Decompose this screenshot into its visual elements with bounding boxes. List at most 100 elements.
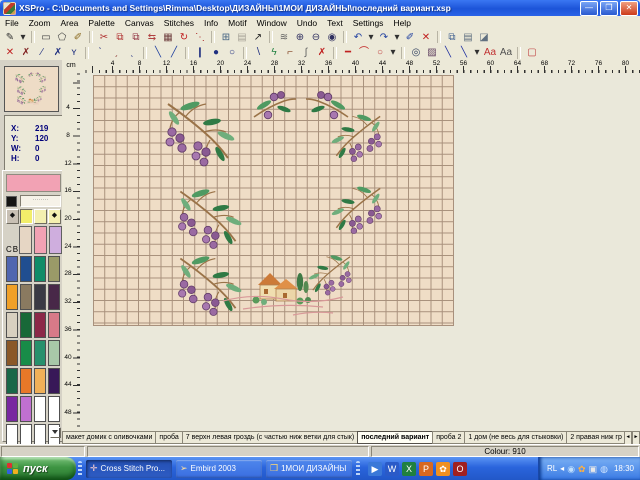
quick-word-icon[interactable]: W	[385, 462, 399, 476]
design-tab[interactable]: последний вариант	[357, 431, 433, 444]
palette-swatch[interactable]	[20, 368, 32, 394]
menu-item[interactable]: Info	[199, 18, 223, 28]
palette-swatch[interactable]	[6, 284, 18, 310]
palette-swatch[interactable]	[34, 312, 46, 338]
mode-yellow-selected[interactable]	[20, 209, 33, 224]
redo-dropdown-icon[interactable]: ▾	[392, 30, 402, 45]
palette-swatch[interactable]	[48, 396, 60, 422]
special-stitch-5-icon[interactable]: ✗	[314, 45, 330, 60]
tray-antivirus-icon[interactable]: ▣	[589, 464, 598, 474]
thread-code-field[interactable]: ········	[20, 195, 61, 207]
design-tab[interactable]: 2 правая ниж гр	[566, 431, 624, 444]
secondary-color-swatch[interactable]	[6, 196, 17, 207]
palette-swatch[interactable]	[34, 284, 46, 310]
palette-swatch[interactable]	[20, 340, 32, 366]
export-icon[interactable]: ◪	[476, 30, 492, 45]
quick-media-player-icon[interactable]: ▶	[368, 462, 382, 476]
menu-item[interactable]: Palette	[83, 18, 119, 28]
find-icon[interactable]: ◎	[408, 45, 424, 60]
zoom-out-icon[interactable]: ⊖	[308, 30, 324, 45]
thread-color-bar[interactable]	[19, 226, 32, 254]
circle-icon[interactable]: ○	[372, 45, 388, 60]
needle-2-icon[interactable]: ╲	[456, 45, 472, 60]
task-folder-designs[interactable]: ❒1МОИ ДИЗАЙНЫ	[266, 460, 352, 478]
palette-swatch[interactable]	[6, 368, 18, 394]
close-button[interactable]: ✕	[620, 1, 638, 16]
french-knot-filled-icon[interactable]: ●	[208, 45, 224, 60]
palette-swatch[interactable]	[6, 396, 18, 422]
menu-item[interactable]: Canvas	[120, 18, 159, 28]
pointer-arrow-icon[interactable]: ↗	[250, 30, 266, 45]
tray-chevron-icon[interactable]: ◂	[560, 464, 564, 473]
special-stitch-4-icon[interactable]: ∫	[298, 45, 314, 60]
palette-swatch[interactable]	[20, 284, 32, 310]
mode-pale-yellow[interactable]	[34, 209, 47, 224]
menu-item[interactable]: Window	[252, 18, 292, 28]
special-stitch-1-icon[interactable]: ∖	[250, 45, 266, 60]
text-small-icon[interactable]: Aa	[482, 45, 498, 60]
mode-diamond-yellow[interactable]: ◆	[48, 209, 61, 224]
task-embird-2003[interactable]: ➢Embird 2003	[176, 460, 262, 478]
backstitch-right-icon[interactable]: ╱	[166, 45, 182, 60]
cut-icon[interactable]: ✂	[96, 30, 112, 45]
freehand-tool-icon[interactable]: ✎	[2, 30, 18, 45]
petite-stitch-3-icon[interactable]: ˎ	[124, 45, 140, 60]
design-tab[interactable]: 1 дом (не весь для стыковки)	[464, 431, 567, 444]
quick-icq-icon[interactable]: ✿	[436, 462, 450, 476]
three-quarter-stitch-icon[interactable]: ✗	[18, 45, 34, 60]
zoom-100-icon[interactable]: ◉	[324, 30, 340, 45]
palette-swatch[interactable]	[34, 340, 46, 366]
points-icon[interactable]: ⋱	[192, 30, 208, 45]
tray-messenger-icon[interactable]: ◉	[567, 464, 575, 474]
palette-swatch[interactable]	[48, 340, 60, 366]
motif-grid-icon[interactable]: ▦	[160, 30, 176, 45]
menu-item[interactable]: Stitches	[159, 18, 199, 28]
backstitch-left-icon[interactable]: ╲	[150, 45, 166, 60]
pattern-fill-icon[interactable]: ▨	[424, 45, 440, 60]
curve-icon[interactable]: ⌒	[356, 45, 372, 60]
palette-swatch[interactable]	[48, 312, 60, 338]
menu-item[interactable]: Help	[388, 18, 415, 28]
quick-opera-icon[interactable]: O	[453, 462, 467, 476]
palette-scroll-down-button[interactable]	[50, 427, 61, 438]
freehand-dropdown-icon[interactable]: ▾	[18, 30, 28, 45]
palette-swatch[interactable]	[48, 256, 60, 282]
redo-icon[interactable]: ↷	[376, 30, 392, 45]
print-icon[interactable]: ▤	[234, 30, 250, 45]
menu-item[interactable]: File	[0, 18, 24, 28]
thick-line-icon[interactable]: ━	[340, 45, 356, 60]
minimize-button[interactable]: —	[580, 1, 598, 16]
palette-swatch[interactable]	[20, 256, 32, 282]
copy-icon[interactable]: ⧉	[112, 30, 128, 45]
mode-diamond-gray[interactable]: ◆	[6, 209, 19, 224]
mirror-icon[interactable]: ⇆	[144, 30, 160, 45]
full-cross-stitch-icon[interactable]: ✕	[2, 45, 18, 60]
palette-swatch[interactable]	[6, 256, 18, 282]
palette-swatch[interactable]	[48, 368, 60, 394]
special-stitch-3-icon[interactable]: ⌐	[282, 45, 298, 60]
language-indicator[interactable]: RL	[547, 464, 557, 473]
menu-item[interactable]: Motif	[223, 18, 251, 28]
thread-color-bar[interactable]	[49, 226, 62, 254]
pen-icon[interactable]: ✐	[402, 30, 418, 45]
needle-1-icon[interactable]: ╲	[440, 45, 456, 60]
undo-dropdown-icon[interactable]: ▾	[366, 30, 376, 45]
select-polygon-icon[interactable]: ⬠	[54, 30, 70, 45]
delete-icon[interactable]: ✕	[418, 30, 434, 45]
menu-item[interactable]: Undo	[292, 18, 322, 28]
view-monitor-icon[interactable]: ⊞	[218, 30, 234, 45]
menu-item[interactable]: Text	[322, 18, 348, 28]
design-tab[interactable]: 7 верхн левая гроздь (с частью ниж ветки…	[182, 431, 358, 444]
palette-swatch[interactable]	[6, 312, 18, 338]
paste-icon[interactable]: ⧉	[128, 30, 144, 45]
zoom-in-icon[interactable]: ⊕	[292, 30, 308, 45]
task-cross-stitch-pro[interactable]: ✛Cross Stitch Pro...	[86, 460, 172, 478]
special-stitch-2-icon[interactable]: ϟ	[266, 45, 282, 60]
menu-item[interactable]: Area	[55, 18, 83, 28]
three-quarter-stitch-2-icon[interactable]: ✗	[50, 45, 66, 60]
thread-color-bar[interactable]	[34, 226, 47, 254]
start-button[interactable]: пуск	[0, 457, 76, 480]
palette-swatch[interactable]	[34, 396, 46, 422]
design-tab[interactable]: проба	[155, 431, 182, 444]
current-thread-color[interactable]	[6, 174, 61, 192]
